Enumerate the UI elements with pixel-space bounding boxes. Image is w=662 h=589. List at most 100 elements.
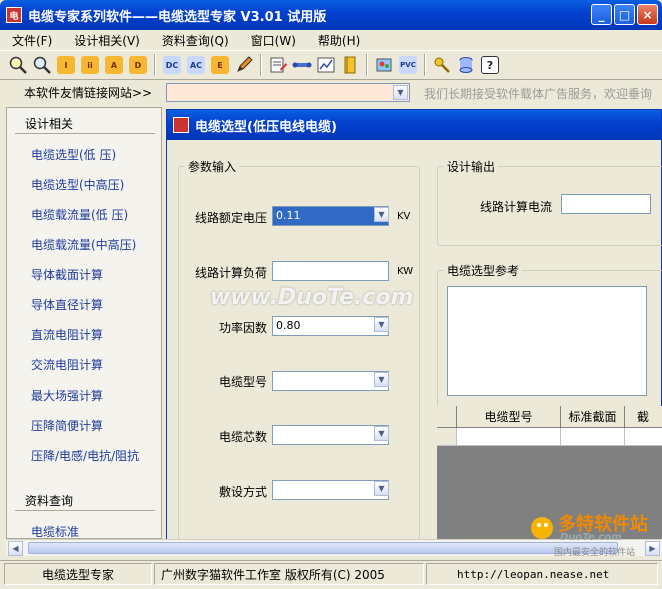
zoom-in-icon[interactable] bbox=[6, 53, 30, 77]
chevron-down-icon[interactable]: ▼ bbox=[374, 481, 389, 496]
cable-type-select[interactable]: ▼ bbox=[272, 371, 389, 391]
scroll-left-icon[interactable]: ◀ bbox=[8, 541, 23, 556]
voltage-label: 线路额定电压 bbox=[195, 211, 268, 225]
cable-type-label: 电缆型号 bbox=[219, 375, 268, 389]
chevron-down-icon[interactable]: ▼ bbox=[374, 207, 389, 222]
friend-link-combo[interactable]: ▼ bbox=[166, 83, 410, 102]
edit-icon[interactable] bbox=[266, 53, 290, 77]
status-url[interactable]: http://leopan.nease.net bbox=[426, 563, 658, 585]
sidebar-item-cable-hv[interactable]: 电缆选型(中高压) bbox=[31, 176, 124, 193]
menu-design[interactable]: 设计相关(V) bbox=[74, 32, 140, 49]
ac-icon[interactable]: AC bbox=[184, 53, 208, 77]
sidebar-item-max-field[interactable]: 最大场强计算 bbox=[31, 387, 103, 404]
grid-col-more[interactable]: 截 bbox=[625, 406, 662, 428]
child-window-title: 电缆选型(低压电线电缆) bbox=[195, 119, 337, 135]
watermark: www.DuoTe.com bbox=[210, 285, 414, 310]
reference-legend: 电缆选型参考 bbox=[447, 264, 520, 278]
sidebar-item-ampacity-hv[interactable]: 电缆载流量(中高压) bbox=[31, 236, 136, 253]
sidebar-item-ac-resistance[interactable]: 交流电阻计算 bbox=[31, 356, 103, 373]
voltage-value: 0.11 bbox=[276, 209, 301, 222]
grid-cell[interactable] bbox=[625, 428, 662, 446]
toolbar-separator bbox=[424, 54, 426, 76]
chevron-down-icon[interactable]: ▼ bbox=[374, 372, 389, 387]
status-app: 电缆选型专家 bbox=[4, 563, 152, 585]
chart-icon[interactable] bbox=[314, 53, 338, 77]
power-factor-label: 功率因数 bbox=[219, 321, 268, 335]
sidebar-item-conductor-diameter[interactable]: 导体直径计算 bbox=[31, 296, 103, 313]
laying-select[interactable]: ▼ bbox=[272, 480, 389, 500]
sidebar-item-impedance[interactable]: 压降/电感/电抗/阻抗 bbox=[31, 447, 139, 464]
book-icon[interactable] bbox=[338, 53, 362, 77]
toolbar-separator bbox=[366, 54, 368, 76]
child-app-icon[interactable] bbox=[173, 117, 189, 133]
toolbar-separator bbox=[260, 54, 262, 76]
params-legend: 参数输入 bbox=[188, 160, 237, 174]
title-bar: 电 电缆专家系列软件——电缆选型专家 V3.01 试用版 _ □ × bbox=[0, 0, 662, 30]
i-icon[interactable]: I bbox=[54, 53, 78, 77]
a-icon[interactable]: A bbox=[102, 53, 126, 77]
cores-select[interactable]: ▼ bbox=[272, 425, 389, 445]
ii-icon[interactable]: ii bbox=[78, 53, 102, 77]
pencil-icon[interactable] bbox=[232, 53, 256, 77]
logo-sub: DuoTe.com bbox=[560, 532, 622, 543]
grid-cell[interactable] bbox=[561, 428, 625, 446]
link-bar-label: 本软件友情链接网站>> bbox=[24, 85, 153, 100]
chevron-down-icon[interactable]: ▼ bbox=[374, 426, 389, 441]
sidebar-item-dc-resistance[interactable]: 直流电阻计算 bbox=[31, 326, 103, 343]
sidebar-item-cable-standard[interactable]: 电缆标准 bbox=[31, 523, 79, 538]
child-title-bar: 电缆选型(低压电线电缆) bbox=[167, 110, 661, 140]
laying-label: 敷设方式 bbox=[219, 485, 268, 499]
logo-tagline: 国内最安全的软件站 bbox=[554, 548, 636, 558]
zoom-out-icon[interactable] bbox=[30, 53, 54, 77]
window-title: 电缆专家系列软件——电缆选型专家 V3.01 试用版 bbox=[28, 9, 327, 25]
voltage-unit: KV bbox=[397, 211, 411, 222]
chevron-down-icon[interactable]: ▼ bbox=[393, 85, 408, 100]
key-icon[interactable] bbox=[430, 53, 454, 77]
sidebar-item-voltage-drop[interactable]: 压降简便计算 bbox=[31, 417, 103, 434]
load-input[interactable] bbox=[272, 261, 389, 281]
database-icon[interactable] bbox=[454, 53, 478, 77]
sidebar: 设计相关 电缆选型(低 压) 电缆选型(中高压) 电缆载流量(低 压) 电缆载流… bbox=[6, 107, 162, 539]
close-button[interactable]: × bbox=[637, 4, 658, 25]
power-factor-value: 0.80 bbox=[276, 319, 301, 332]
current-output[interactable] bbox=[561, 194, 651, 214]
grid-col-section[interactable]: 标准截面 bbox=[561, 406, 625, 428]
cable-icon[interactable] bbox=[290, 53, 314, 77]
divider bbox=[15, 133, 155, 134]
help-icon[interactable]: ? bbox=[478, 53, 502, 77]
minimize-button[interactable]: _ bbox=[591, 4, 612, 25]
sidebar-item-ampacity-lv[interactable]: 电缆载流量(低 压) bbox=[31, 206, 128, 223]
app-icon[interactable]: 电 bbox=[6, 7, 22, 23]
menu-file[interactable]: 文件(F) bbox=[12, 32, 52, 49]
grid-cell[interactable] bbox=[457, 428, 561, 446]
load-label: 线路计算负荷 bbox=[195, 266, 268, 280]
sidebar-section-query[interactable]: 资料查询 bbox=[25, 492, 73, 509]
voltage-select[interactable]: 0.11 ▼ bbox=[272, 206, 389, 226]
dc-icon[interactable]: DC bbox=[160, 53, 184, 77]
d-icon[interactable]: D bbox=[126, 53, 150, 77]
menu-query[interactable]: 资料查询(Q) bbox=[162, 32, 229, 49]
reference-textarea[interactable] bbox=[447, 286, 647, 396]
chevron-down-icon[interactable]: ▼ bbox=[374, 317, 389, 332]
grid-col-type[interactable]: 电缆型号 bbox=[457, 406, 561, 428]
grid-row-header bbox=[437, 428, 457, 446]
divider bbox=[15, 510, 155, 511]
current-label: 线路计算电流 bbox=[480, 200, 553, 214]
toolbar: I ii A D DC AC E PVC ? bbox=[0, 50, 662, 80]
output-legend: 设计输出 bbox=[447, 160, 496, 174]
sidebar-item-conductor-section[interactable]: 导体截面计算 bbox=[31, 266, 103, 283]
maximize-button[interactable]: □ bbox=[614, 4, 635, 25]
grid-corner bbox=[437, 406, 457, 428]
e-icon[interactable]: E bbox=[208, 53, 232, 77]
ad-text: 我们长期接受软件载体广告服务，欢迎垂询 bbox=[424, 87, 653, 101]
paint-icon[interactable] bbox=[372, 53, 396, 77]
sidebar-section-design[interactable]: 设计相关 bbox=[25, 115, 73, 132]
pvc-icon[interactable]: PVC bbox=[396, 53, 420, 77]
status-copyright: 广州数字猫软件工作室 版权所有(C) 2005 bbox=[154, 563, 424, 585]
toolbar-separator bbox=[154, 54, 156, 76]
power-factor-select[interactable]: 0.80 ▼ bbox=[272, 316, 389, 336]
sidebar-item-cable-lv[interactable]: 电缆选型(低 压) bbox=[31, 146, 116, 163]
menu-help[interactable]: 帮助(H) bbox=[318, 32, 360, 49]
cores-label: 电缆芯数 bbox=[219, 430, 268, 444]
menu-window[interactable]: 窗口(W) bbox=[251, 32, 296, 49]
